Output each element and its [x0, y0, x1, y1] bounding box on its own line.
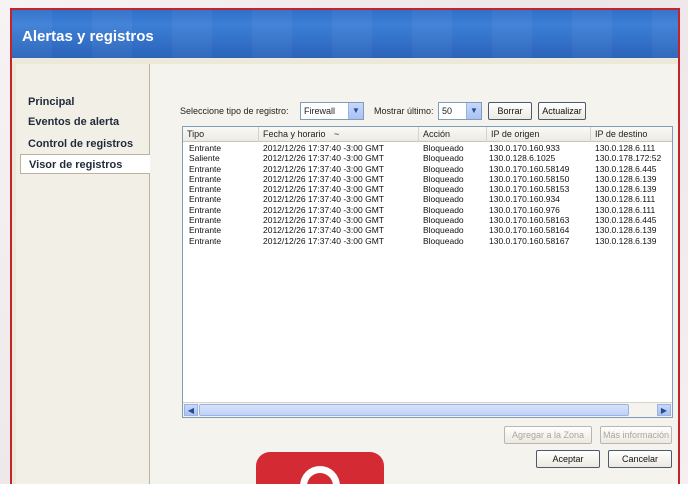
table-cell: 2012/12/26 17:37:40 -3:00 GMT	[263, 225, 384, 236]
table-cell: 130.0.170.160.58153	[489, 184, 570, 195]
table-cell: Entrante	[189, 204, 222, 215]
table-cell: 130.0.170.160.58149	[489, 163, 570, 174]
table-cell: 130.0.128.6.1025	[489, 153, 556, 164]
table-header: Tipo Fecha y horario ~ Acción IP de orig…	[183, 127, 672, 142]
scrollbar-thumb[interactable]	[199, 404, 629, 416]
table-cell: Entrante	[189, 163, 222, 174]
table-cell: 130.0.170.160.976	[489, 204, 560, 215]
table-row[interactable]: Entrante 2012/12/26 17:37:40 -3:00 GMT Blo…	[183, 194, 672, 204]
add-to-zone-button[interactable]: Agregar a la Zona	[504, 426, 592, 444]
log-table: Tipo Fecha y horario ~ Acción IP de orig…	[182, 126, 673, 418]
badge-logo-icon	[300, 466, 340, 484]
table-cell: 130.0.170.160.933	[489, 143, 560, 153]
table-cell: Entrante	[189, 235, 222, 246]
sidebar-item-eventos-de-alerta[interactable]: Eventos de alerta	[20, 112, 150, 132]
accept-button[interactable]: Aceptar	[536, 450, 600, 468]
table-cell: 130.0.128.6.139	[595, 184, 657, 195]
arrow-right-icon[interactable]: ▶	[657, 404, 671, 416]
table-row[interactable]: Entrante 2012/12/26 17:37:40 -3:00 GMT Blo…	[183, 174, 672, 184]
column-header-ip-destino[interactable]: IP de destino	[591, 127, 672, 142]
table-cell: Entrante	[189, 194, 222, 205]
arrow-left-icon[interactable]: ◀	[184, 404, 198, 416]
table-cell: 130.0.128.6.445	[595, 163, 657, 174]
brand-badge	[256, 452, 384, 484]
table-cell: 130.0.170.160.934	[489, 194, 560, 205]
table-cell: 130.0.128.6.139	[595, 235, 657, 246]
cancel-button[interactable]: Cancelar	[608, 450, 672, 468]
column-header-accion[interactable]: Acción	[419, 127, 487, 142]
table-cell: 2012/12/26 17:37:40 -3:00 GMT	[263, 173, 384, 184]
table-cell: Bloqueado	[423, 225, 464, 236]
more-info-button[interactable]: Más información	[600, 426, 672, 444]
table-row[interactable]: Entrante 2012/12/26 17:37:40 -3:00 GMT Blo…	[183, 164, 672, 174]
table-cell: 130.0.128.6.111	[595, 143, 656, 153]
table-cell: 130.0.170.160.58164	[489, 225, 570, 236]
table-cell: Bloqueado	[423, 143, 464, 153]
table-cell: 2012/12/26 17:37:40 -3:00 GMT	[263, 163, 384, 174]
table-row[interactable]: Saliente 2012/12/26 17:37:40 -3:00 GMT Blo…	[183, 153, 672, 163]
table-cell: 130.0.128.6.111	[595, 204, 656, 215]
column-header-fecha-label: Fecha y horario	[263, 129, 326, 139]
table-cell: Entrante	[189, 173, 222, 184]
table-row[interactable]: Entrante 2012/12/26 17:37:40 -3:00 GMT Blo…	[183, 143, 672, 153]
table-cell: 130.0.170.160.58167	[489, 235, 570, 246]
sidebar-item-principal[interactable]: Principal	[20, 92, 150, 112]
table-cell: Bloqueado	[423, 173, 464, 184]
title-bar[interactable]: Alertas y registros	[12, 10, 678, 58]
table-body: Entrante 2012/12/26 17:37:40 -3:00 GMT Blo…	[183, 143, 672, 246]
sidebar-item-visor-de-registros[interactable]: Visor de registros	[20, 154, 152, 174]
log-type-value: Firewall	[304, 106, 336, 116]
column-header-fecha[interactable]: Fecha y horario ~	[259, 127, 419, 142]
table-cell: Bloqueado	[423, 163, 464, 174]
table-row[interactable]: Entrante 2012/12/26 17:37:40 -3:00 GMT Blo…	[183, 236, 672, 246]
table-row[interactable]: Entrante 2012/12/26 17:37:40 -3:00 GMT Blo…	[183, 225, 672, 235]
table-cell: 130.0.170.160.58163	[489, 215, 570, 226]
table-row[interactable]: Entrante 2012/12/26 17:37:40 -3:00 GMT Blo…	[183, 184, 672, 194]
dialog-window: Alertas y registros Principal Eventos de…	[10, 8, 680, 484]
chevron-down-icon[interactable]: ▼	[348, 103, 363, 119]
table-cell: 2012/12/26 17:37:40 -3:00 GMT	[263, 184, 384, 195]
show-last-label: Mostrar último:	[374, 106, 434, 116]
table-row[interactable]: Entrante 2012/12/26 17:37:40 -3:00 GMT Blo…	[183, 205, 672, 215]
table-cell: Bloqueado	[423, 184, 464, 195]
column-header-tipo[interactable]: Tipo	[183, 127, 259, 142]
table-cell: 130.0.170.160.58150	[489, 173, 570, 184]
column-header-ip-origen[interactable]: IP de origen	[487, 127, 591, 142]
table-cell: Saliente	[189, 153, 220, 164]
window-title: Alertas y registros	[22, 28, 154, 45]
horizontal-scrollbar[interactable]: ◀ ▶	[183, 402, 672, 417]
chevron-down-icon[interactable]: ▼	[466, 103, 481, 119]
table-cell: 2012/12/26 17:37:40 -3:00 GMT	[263, 204, 384, 215]
table-cell: Entrante	[189, 225, 222, 236]
table-cell: 130.0.128.6.111	[595, 194, 656, 205]
main-panel: Seleccione tipo de registro: Firewall ▼ …	[150, 64, 678, 484]
log-type-select[interactable]: Firewall ▼	[300, 102, 364, 120]
table-cell: 2012/12/26 17:37:40 -3:00 GMT	[263, 143, 384, 153]
sidebar: Principal Eventos de alerta Control de r…	[16, 64, 152, 484]
log-type-label: Seleccione tipo de registro:	[180, 106, 289, 116]
table-cell: Bloqueado	[423, 204, 464, 215]
table-cell: 130.0.128.6.139	[595, 173, 657, 184]
table-cell: 2012/12/26 17:37:40 -3:00 GMT	[263, 215, 384, 226]
table-cell: 2012/12/26 17:37:40 -3:00 GMT	[263, 194, 384, 205]
show-last-select[interactable]: 50 ▼	[438, 102, 482, 120]
table-cell: 130.0.128.6.445	[595, 215, 657, 226]
table-cell: 2012/12/26 17:37:40 -3:00 GMT	[263, 153, 384, 164]
table-cell: Bloqueado	[423, 235, 464, 246]
table-cell: Entrante	[189, 143, 222, 153]
table-cell: 130.0.128.6.139	[595, 225, 657, 236]
table-cell: Entrante	[189, 215, 222, 226]
refresh-button[interactable]: Actualizar	[538, 102, 586, 120]
table-cell: 2012/12/26 17:37:40 -3:00 GMT	[263, 235, 384, 246]
table-cell: Bloqueado	[423, 215, 464, 226]
table-cell: Bloqueado	[423, 153, 464, 164]
table-row[interactable]: Entrante 2012/12/26 17:37:40 -3:00 GMT Blo…	[183, 215, 672, 225]
show-last-value: 50	[442, 106, 453, 116]
sidebar-item-control-de-registros[interactable]: Control de registros	[20, 134, 150, 154]
sort-indicator-icon: ~	[334, 129, 340, 139]
table-cell: 130.0.178.172:52	[595, 153, 662, 164]
table-cell: Entrante	[189, 184, 222, 195]
delete-button[interactable]: Borrar	[488, 102, 532, 120]
table-cell: Bloqueado	[423, 194, 464, 205]
